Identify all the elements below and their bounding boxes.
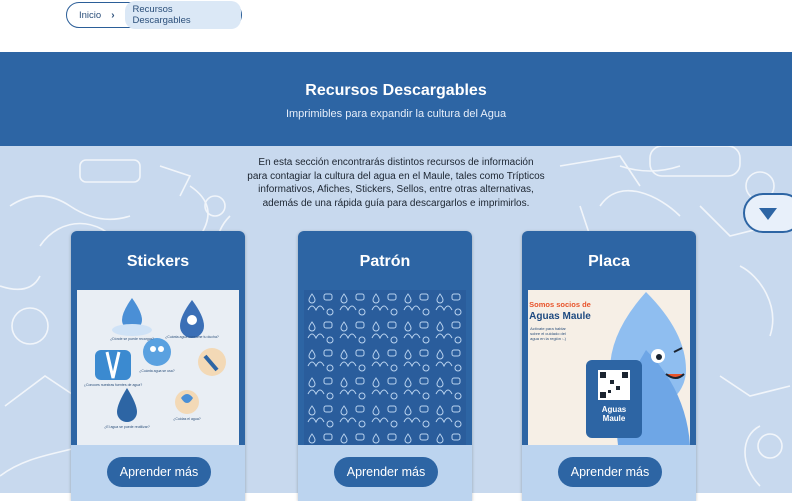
- intro-line: informativos, Afiches, Stickers, Sellos,…: [258, 184, 534, 195]
- sign-brand-line: Aguas: [602, 405, 627, 414]
- card-patron[interactable]: Patrón Aprender más: [298, 231, 472, 501]
- card-title: Placa: [588, 253, 630, 270]
- placa-image: Aguas Maule Somos socios de Aguas Maule …: [528, 290, 690, 445]
- sticker-label: ¿El agua se puede reutilizar?: [104, 425, 150, 429]
- placa-heading: Somos socios de: [529, 300, 591, 309]
- page-title: Recursos Descargables: [305, 82, 487, 99]
- page-banner: Recursos Descargables Imprimibles para e…: [0, 52, 792, 146]
- learn-more-button[interactable]: Aprender más: [558, 457, 662, 487]
- sticker-label: ¿Cuidas el agua?: [173, 417, 200, 421]
- card-placa[interactable]: Placa Aguas Maule Somos socios de Aguas …: [522, 231, 696, 501]
- breadcrumb-separator: ›: [111, 9, 115, 21]
- placa-body-line: agua en la región :-): [530, 336, 566, 341]
- triangle-down-icon: [759, 208, 777, 220]
- breadcrumb-current: Recursos Descargables: [124, 1, 241, 29]
- breadcrumb: Inicio › Recursos Descargables: [66, 1, 242, 29]
- stickers-image: ¿Dónde se puede recargar? ¿Cuánta agua c…: [77, 290, 239, 445]
- intro-line: para contagiar la cultura del agua en el…: [247, 170, 545, 182]
- intro-line: además de una rápida guía para descargar…: [262, 197, 530, 209]
- pattern-image: [304, 290, 466, 445]
- breadcrumb-home-link[interactable]: Inicio: [79, 10, 101, 21]
- sign-brand-line: Maule: [603, 414, 626, 423]
- page-subtitle: Imprimibles para expandir la cultura del…: [285, 108, 507, 120]
- sticker-label: ¿Dónde se puede recargar?: [110, 337, 154, 341]
- sticker-label: ¿Conoces nuestras fuentes de agua?: [84, 383, 142, 387]
- card-title: Stickers: [126, 253, 190, 270]
- learn-more-button[interactable]: Aprender más: [107, 457, 211, 487]
- learn-more-button[interactable]: Aprender más: [334, 457, 438, 487]
- scroll-down-button[interactable]: [743, 193, 792, 233]
- intro-text: En esta sección encontrarás distintos re…: [230, 156, 562, 210]
- card-title: Patrón: [359, 253, 411, 270]
- intro-line: En esta sección encontrarás distintos re…: [258, 157, 534, 168]
- placa-brand: Aguas Maule: [529, 311, 591, 322]
- breadcrumb-bar: Inicio › Recursos Descargables: [0, 0, 792, 52]
- sticker-label: ¿Cuánta agua se usa?: [139, 369, 174, 373]
- card-stickers[interactable]: Stickers ¿Dónde se puede recargar? ¿Cuán…: [71, 231, 245, 501]
- sticker-label: ¿Cuánta agua consume tu ducha?: [165, 335, 219, 339]
